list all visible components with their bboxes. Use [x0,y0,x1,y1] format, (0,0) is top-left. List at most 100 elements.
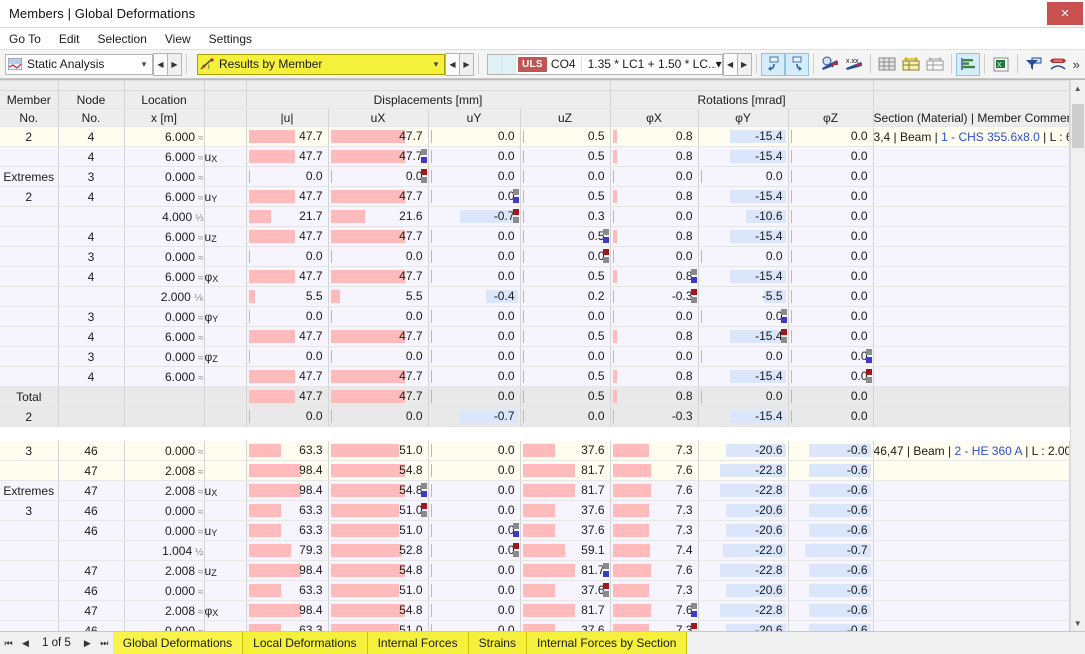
analysis-next-button[interactable]: ▶ [168,52,182,76]
cell-node-no[interactable]: 47 [58,480,125,501]
col-location[interactable]: x [m] [124,108,205,127]
chevron-down-icon[interactable]: ▾ [136,59,152,70]
cell-node-no[interactable] [58,540,125,561]
cell-section-comment[interactable] [873,286,1070,307]
cell-section-comment[interactable] [873,226,1070,247]
toolbar-overflow-button[interactable]: » [1070,57,1083,72]
cell-node-no[interactable]: 4 [58,226,125,247]
cell-phiy[interactable]: -22.0 [698,540,789,561]
cell-phiz[interactable]: -0.6 [788,500,874,521]
table-row[interactable]: 4 6.000 ≈ 47.7 47.7 0.0 0.5 0.8 -15.4 0.0 [0,366,1070,387]
cell-ux[interactable]: 21.6 [328,206,429,227]
cell-node-no[interactable]: 46 [58,520,125,541]
cell-u-abs[interactable]: 98.4 [246,480,329,501]
cell-uy[interactable]: 0.0 [428,226,521,247]
table-row[interactable]: 47 2.008 ≈ uZ 98.4 54.8 0.0 81.7 7.6 -22.8 -0.6 [0,560,1070,581]
cell-phix[interactable]: -0.3 [610,406,699,427]
cell-phiy[interactable]: -15.4 [698,366,789,387]
cell-node-no[interactable]: 47 [58,560,125,581]
cell-uy[interactable]: 0.0 [428,480,521,501]
cell-direction[interactable] [204,366,247,387]
cell-ux[interactable]: 51.0 [328,580,429,601]
cell-location[interactable]: 0.000≈ [124,166,205,187]
cell-phiz[interactable]: -0.6 [788,600,874,621]
cell-phiz[interactable]: 0.0 [788,326,874,347]
cell-phiz[interactable]: 0.0 [788,186,874,207]
cell-phix[interactable]: 0.8 [610,366,699,387]
cell-uy[interactable]: 0.0 [428,620,521,631]
cell-section-comment[interactable] [873,560,1070,581]
cell-location[interactable]: 6.000 ≈ [124,266,205,287]
cell-u-abs[interactable]: 47.7 [246,226,329,247]
cell-ux[interactable]: 52.8 [328,540,429,561]
table-row[interactable]: 460.000≈ 63.3 51.0 0.0 37.6 7.3 -20.6 -0.6 [0,620,1070,631]
col-phiy[interactable]: φY [698,108,789,127]
cell-direction[interactable] [204,441,247,461]
load-case-prev-button[interactable]: ◀ [722,52,738,76]
cell-location[interactable]: 6.000 ≈ [124,326,205,347]
cell-location[interactable]: 6.000 ≈ [124,366,205,387]
cell-location[interactable]: 6.000 ≈ [124,186,205,207]
close-icon[interactable]: ✕ [1047,2,1083,25]
col-section[interactable]: Section (Material) | Member Comment [873,108,1070,127]
cell-location[interactable]: 2.008 ≈ [124,480,205,501]
cell-location[interactable]: 4.000 ⅓ [124,206,205,227]
cell-section-comment[interactable] [873,620,1070,631]
cell-ux[interactable]: 47.7 [328,186,429,207]
table-row[interactable]: 47 2.008 ≈ φX 98.4 54.8 0.0 81.7 7.6 -22.8 -0.6 [0,600,1070,621]
cell-section-comment[interactable] [873,326,1070,347]
cell-direction[interactable]: uX [204,480,247,501]
results-spinner[interactable]: ◀ ▶ [445,52,474,76]
cell-ux[interactable]: 0.0 [328,406,429,427]
cell-uy[interactable]: -0.7 [428,406,521,427]
cell-u-abs[interactable]: 0.0 [246,306,329,327]
cell-phiy[interactable]: -15.4 [698,326,789,347]
cell-ux[interactable]: 54.8 [328,560,429,581]
cell-phiz[interactable]: 0.0 [788,406,874,427]
cell-uz[interactable]: 37.6 [520,441,611,461]
cell-direction[interactable] [204,540,247,561]
cell-location[interactable]: 6.000 ≈ [124,226,205,247]
cell-phix[interactable]: 7.3 [610,580,699,601]
cell-phiz[interactable]: -0.6 [788,620,874,631]
cell-uz[interactable]: 81.7 [520,600,611,621]
cell-node-no[interactable]: 3 [58,246,125,267]
cell-location[interactable]: 2.008 ≈ [124,460,205,481]
cell-phiz[interactable]: 0.0 [788,366,874,387]
col-phix[interactable]: φX [610,108,699,127]
cell-uz[interactable]: 37.6 [520,580,611,601]
cell-direction[interactable]: φY [204,306,247,327]
cell-node-no[interactable] [58,386,125,407]
cell-direction[interactable]: uZ [204,226,247,247]
table-row[interactable]: 4 6.000 ≈ φX 47.7 47.7 0.0 0.5 0.8 -15.4 0.0 [0,266,1070,287]
cell-direction[interactable] [204,326,247,347]
cell-section-comment[interactable] [873,246,1070,267]
cell-ux[interactable]: 54.8 [328,480,429,501]
cell-phiz[interactable]: -0.6 [788,460,874,481]
cell-location[interactable]: 0.000≈ [124,441,205,461]
cell-phiz[interactable]: -0.6 [788,480,874,501]
cell-uz[interactable]: 37.6 [520,620,611,631]
cell-ux[interactable]: 51.0 [328,500,429,521]
member-results-icon[interactable] [1046,53,1070,76]
cell-phiy[interactable]: 0.0 [698,346,789,367]
cell-phiy[interactable]: -15.4 [698,406,789,427]
cell-uy[interactable]: 0.0 [428,366,521,387]
cell-uz[interactable]: 0.0 [520,406,611,427]
cell-phiz[interactable]: -0.7 [788,540,874,561]
cell-u-abs[interactable]: 5.5 [246,286,329,307]
cell-uz[interactable]: 0.5 [520,266,611,287]
cell-uy[interactable]: 0.0 [428,560,521,581]
col-direction[interactable] [204,108,247,127]
cell-node-no[interactable]: 4 [58,366,125,387]
cell-ux[interactable]: 0.0 [328,306,429,327]
cell-phix[interactable]: 7.3 [610,441,699,461]
cell-uy[interactable]: 0.0 [428,580,521,601]
cell-u-abs[interactable]: 47.7 [246,366,329,387]
cell-section-comment[interactable] [873,346,1070,367]
cell-phiy[interactable]: -20.6 [698,441,789,461]
cell-phiz[interactable]: 0.0 [788,226,874,247]
cell-phix[interactable]: 7.4 [610,540,699,561]
cell-phiy[interactable]: -5.5 [698,286,789,307]
table-row[interactable]: 3 0.000 ≈ φZ 0.0 0.0 0.0 0.0 0.0 0.0 0.0 [0,346,1070,367]
